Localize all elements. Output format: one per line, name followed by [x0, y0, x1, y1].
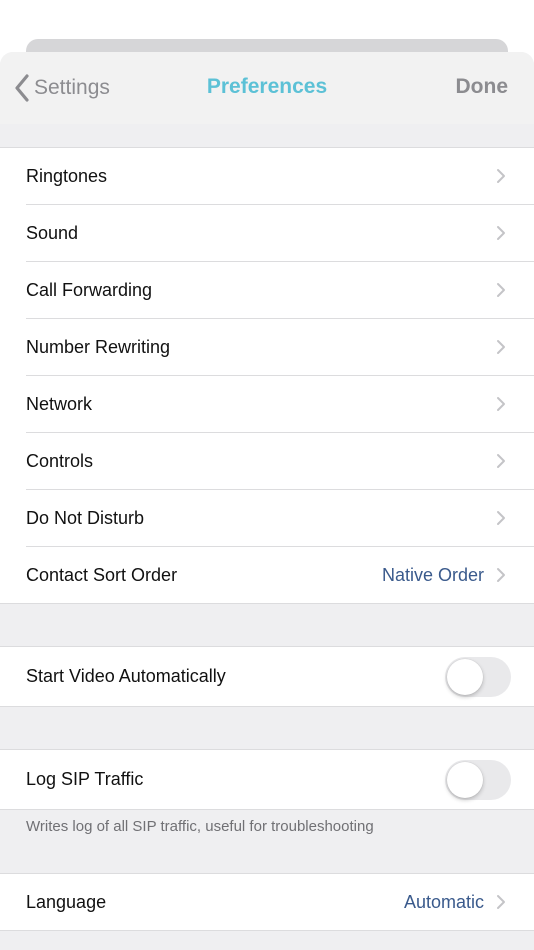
row-value: Automatic [403, 891, 484, 912]
toggle-knob [447, 659, 483, 695]
row-call-forwarding[interactable]: Call Forwarding [26, 261, 534, 318]
chevron-right-icon [497, 226, 505, 240]
row-contact-sort-order[interactable]: Contact Sort Order Native Order [26, 546, 534, 603]
sip-log-group: Log SIP Traffic [0, 749, 534, 810]
language-group: Language Automatic [0, 873, 534, 931]
row-label: Network [26, 393, 93, 414]
chevron-right-icon [497, 169, 505, 183]
back-button-label: Settings [34, 76, 110, 99]
row-label: Call Forwarding [26, 279, 153, 300]
start-video-toggle[interactable] [445, 657, 511, 697]
row-value: Native Order [381, 564, 484, 585]
chevron-right-icon [497, 397, 505, 411]
row-label: Sound [26, 222, 79, 243]
chevron-right-icon [497, 568, 505, 582]
row-label: Ringtones [26, 165, 108, 186]
row-label: Contact Sort Order [26, 564, 178, 585]
row-ringtones[interactable]: Ringtones [26, 148, 534, 204]
chevron-right-icon [497, 340, 505, 354]
row-controls[interactable]: Controls [26, 432, 534, 489]
row-do-not-disturb[interactable]: Do Not Disturb [26, 489, 534, 546]
screen: Settings Preferences Done Ringtones Soun… [0, 0, 534, 950]
log-sip-toggle[interactable] [445, 760, 511, 800]
row-label: Number Rewriting [26, 336, 171, 357]
video-group: Start Video Automatically [0, 646, 534, 707]
toggle-knob [447, 762, 483, 798]
chevron-right-icon [497, 283, 505, 297]
back-button[interactable]: Settings [14, 72, 110, 104]
row-number-rewriting[interactable]: Number Rewriting [26, 318, 534, 375]
row-language[interactable]: Language Automatic [26, 874, 534, 930]
preferences-list: Ringtones Sound Call Forwarding Number R… [0, 147, 534, 604]
chevron-right-icon [497, 454, 505, 468]
row-network[interactable]: Network [26, 375, 534, 432]
done-button[interactable]: Done [456, 75, 509, 99]
row-sound[interactable]: Sound [26, 204, 534, 261]
preferences-sheet: Settings Preferences Done Ringtones Soun… [0, 52, 534, 950]
sip-log-footer: Writes log of all SIP traffic, useful fo… [26, 818, 374, 835]
navigation-bar: Settings Preferences Done [0, 52, 534, 124]
chevron-right-icon [497, 511, 505, 525]
row-label: Controls [26, 450, 94, 471]
row-label: Language [26, 891, 107, 912]
chevron-right-icon [497, 895, 505, 909]
chevron-left-icon [15, 74, 29, 102]
row-label: Do Not Disturb [26, 507, 145, 528]
